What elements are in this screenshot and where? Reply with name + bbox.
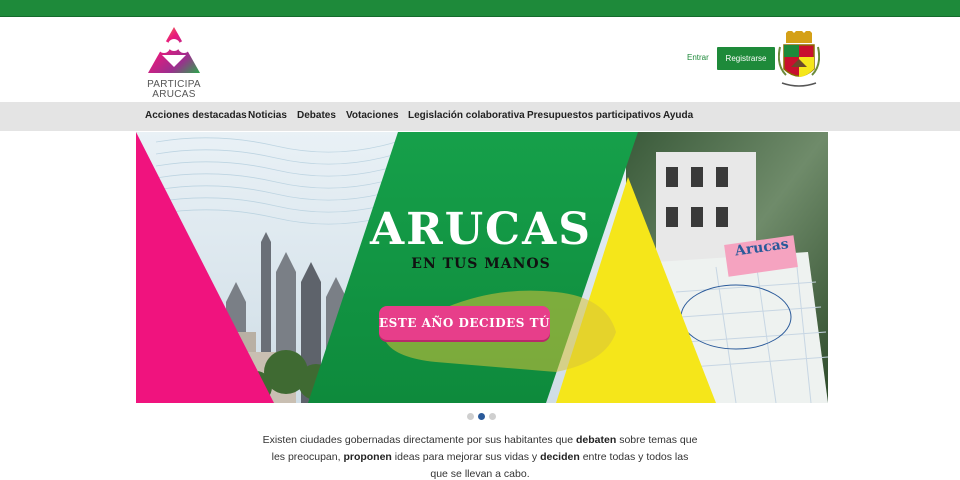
- nav-item-ayuda[interactable]: Ayuda: [663, 110, 693, 121]
- intro-text-3: ideas para mejorar sus vidas y: [391, 451, 541, 463]
- logo-text-line2: ARUCAS: [152, 89, 196, 100]
- hero-subtitle: EN TUS MANOS: [411, 256, 551, 272]
- carousel-dot-2[interactable]: [478, 413, 485, 420]
- carousel-dot-1[interactable]: [467, 413, 474, 420]
- intro-paragraph: Existen ciudades gobernadas directamente…: [262, 432, 698, 480]
- carousel-indicators: [467, 413, 497, 421]
- nav-item-noticias[interactable]: Noticias: [248, 110, 287, 121]
- hero-title: ARUCAS: [369, 204, 592, 255]
- nav-item-presupuestos-participativos[interactable]: Presupuestos participativos: [527, 110, 661, 121]
- nav-item-acciones-destacadas[interactable]: Acciones destacadas: [145, 110, 247, 121]
- hero-cta-button[interactable]: ESTE AÑO DECIDES TÚ: [379, 306, 550, 340]
- intro-bold-debaten: debaten: [576, 434, 617, 446]
- carousel-dot-3[interactable]: [489, 413, 496, 420]
- intro-bold-deciden: deciden: [540, 451, 580, 463]
- register-button[interactable]: Registrarse: [717, 47, 775, 70]
- intro-bold-proponen: proponen: [343, 451, 392, 463]
- coat-of-arms-icon: [777, 28, 821, 91]
- signin-link[interactable]: Entrar: [687, 53, 709, 62]
- nav-item-debates[interactable]: Debates: [297, 110, 336, 121]
- main-nav: Acciones destacadas Noticias Debates Vot…: [0, 102, 960, 131]
- top-green-strip: [0, 0, 960, 17]
- participa-arucas-logo[interactable]: PARTICIPA ARUCAS: [144, 25, 216, 101]
- nav-item-legislacion-colaborativa[interactable]: Legislación colaborativa: [408, 110, 525, 121]
- hero-carousel[interactable]: Arucas ARUCAS EN TUS MANOS ESTE AÑO DECI…: [136, 132, 828, 403]
- nav-item-votaciones[interactable]: Votaciones: [346, 110, 399, 121]
- intro-text-1: Existen ciudades gobernadas directamente…: [262, 434, 577, 446]
- logo-heart-icon: [148, 27, 200, 73]
- logo-text: PARTICIPA ARUCAS: [144, 80, 204, 100]
- header: PARTICIPA ARUCAS Entrar Registrarse: [0, 17, 960, 102]
